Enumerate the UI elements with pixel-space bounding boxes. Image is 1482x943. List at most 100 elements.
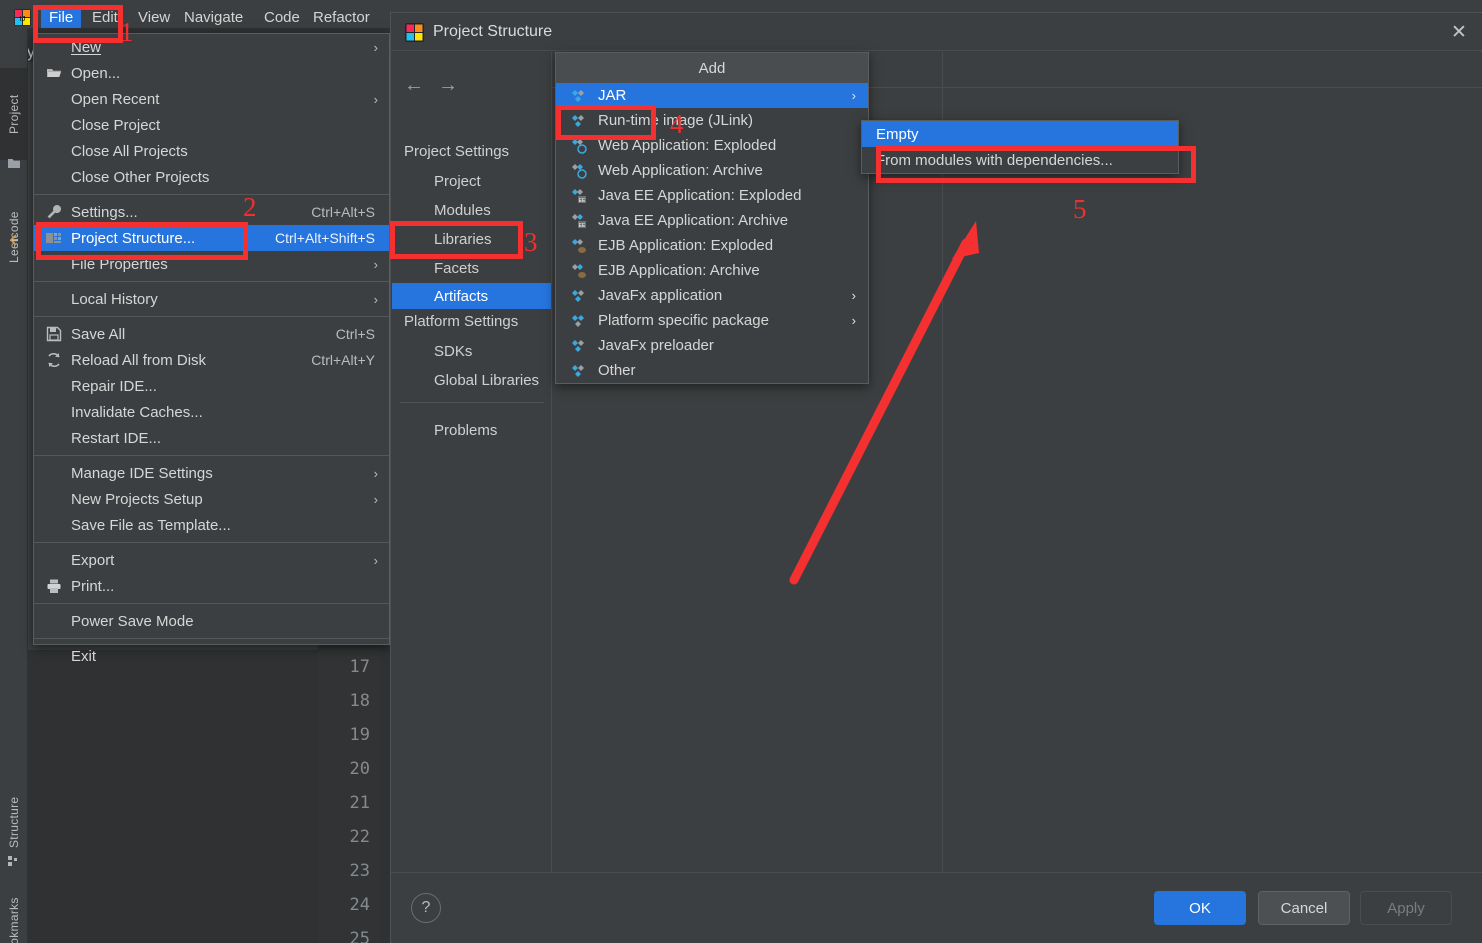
menu-item-label: Open... bbox=[71, 64, 121, 82]
javaee-exploded-icon: EE bbox=[570, 187, 588, 205]
jar-submenu-item-from-modules[interactable]: From modules with dependencies... bbox=[862, 147, 1178, 173]
menu-item-open[interactable]: Open... bbox=[34, 60, 389, 86]
sidebar-item-project[interactable]: Project bbox=[392, 168, 551, 194]
menubar-item-view[interactable]: View bbox=[130, 6, 178, 28]
menu-item-new[interactable]: New › bbox=[34, 34, 389, 60]
menu-item-close-project[interactable]: Close Project bbox=[34, 112, 389, 138]
line-number: 25 bbox=[349, 929, 370, 943]
wrench-icon bbox=[46, 204, 62, 220]
menu-item-shortcut: Ctrl+Alt+S bbox=[311, 204, 375, 220]
web-archive-icon bbox=[570, 162, 588, 180]
add-item-platform-specific-package[interactable]: Platform specific package › bbox=[556, 308, 868, 333]
add-artifact-popup: Add JAR › Run-time image (JLink) Web App… bbox=[555, 52, 869, 384]
sidebar-item-artifacts[interactable]: Artifacts bbox=[392, 283, 551, 309]
add-item-javaee-application-archive[interactable]: EE Java EE Application: Archive bbox=[556, 208, 868, 233]
menu-separator bbox=[34, 542, 389, 543]
menu-item-shortcut: Ctrl+S bbox=[335, 326, 375, 342]
intellij-logo-icon: IJ bbox=[14, 9, 31, 26]
add-item-jar[interactable]: JAR › bbox=[556, 83, 868, 108]
project-structure-icon bbox=[46, 230, 62, 246]
menu-item-new-projects-setup[interactable]: New Projects Setup › bbox=[34, 486, 389, 512]
menu-item-local-history[interactable]: Local History › bbox=[34, 286, 389, 312]
sidebar-item-sdks[interactable]: SDKs bbox=[392, 338, 551, 364]
menu-item-invalidate-caches[interactable]: Invalidate Caches... bbox=[34, 399, 389, 425]
chevron-right-icon: › bbox=[851, 88, 856, 103]
add-item-ejb-application-exploded[interactable]: EJB Application: Exploded bbox=[556, 233, 868, 258]
nav-arrows: ← → bbox=[404, 74, 484, 96]
menu-item-label: Close All Projects bbox=[71, 142, 188, 160]
line-number: 18 bbox=[349, 691, 370, 711]
ejb-exploded-icon bbox=[570, 237, 588, 255]
sidebar-item-modules[interactable]: Modules bbox=[392, 197, 551, 223]
menu-item-export[interactable]: Export › bbox=[34, 547, 389, 573]
add-item-other[interactable]: Other bbox=[556, 358, 868, 383]
add-item-runtime-image-jlink[interactable]: Run-time image (JLink) bbox=[556, 108, 868, 133]
menu-item-reload-all-from-disk[interactable]: Reload All from Disk Ctrl+Alt+Y bbox=[34, 347, 389, 373]
web-exploded-icon bbox=[570, 137, 588, 155]
menu-item-save-file-as-template[interactable]: Save File as Template... bbox=[34, 512, 389, 538]
menu-item-settings[interactable]: Settings... Ctrl+Alt+S bbox=[34, 199, 389, 225]
menubar-edit-label: Edit bbox=[92, 8, 118, 26]
add-item-javafx-preloader[interactable]: JavaFx preloader bbox=[556, 333, 868, 358]
sidebar-item-bookmarks[interactable]: Bookmarks bbox=[0, 886, 28, 943]
menubar-file-label: File bbox=[49, 8, 74, 26]
add-item-javaee-application-exploded[interactable]: EE Java EE Application: Exploded bbox=[556, 183, 868, 208]
chevron-right-icon: › bbox=[373, 39, 378, 55]
menu-item-print[interactable]: Print... bbox=[34, 573, 389, 599]
dialog-footer: ? OK Cancel Apply bbox=[392, 873, 1482, 943]
menubar-item-file[interactable]: File bbox=[41, 6, 82, 28]
sidebar-item-libraries[interactable]: Libraries bbox=[392, 226, 551, 252]
sidebar-bookmarks-label: Bookmarks bbox=[7, 897, 21, 943]
sidebar-item-global-libraries[interactable]: Global Libraries bbox=[392, 367, 551, 393]
menu-item-repair-ide[interactable]: Repair IDE... bbox=[34, 373, 389, 399]
menu-item-manage-ide-settings[interactable]: Manage IDE Settings › bbox=[34, 460, 389, 486]
nav-forward-button[interactable]: → bbox=[438, 74, 458, 97]
printer-icon bbox=[46, 578, 62, 594]
sidebar-separator bbox=[400, 402, 544, 403]
menu-item-label: Exit bbox=[71, 647, 97, 665]
sidebar-item-problems[interactable]: Problems bbox=[392, 417, 551, 443]
sidebar-project-label: Project bbox=[7, 94, 21, 134]
menubar-item-refactor[interactable]: Refactor bbox=[305, 6, 378, 28]
close-icon[interactable]: ✕ bbox=[1435, 13, 1482, 51]
add-item-ejb-application-archive[interactable]: EJB Application: Archive bbox=[556, 258, 868, 283]
project-structure-dialog: Project Structure ✕ ← → Project Settings… bbox=[390, 12, 1482, 943]
sidebar-structure-label: Structure bbox=[7, 796, 21, 848]
menu-item-label: Reload All from Disk bbox=[71, 351, 207, 369]
add-item-web-application-exploded[interactable]: Web Application: Exploded bbox=[556, 133, 868, 158]
add-popup-header: Add bbox=[556, 53, 868, 83]
menu-item-shortcut: Ctrl+Alt+Y bbox=[311, 352, 375, 368]
menubar-item-navigate[interactable]: Navigate bbox=[176, 6, 251, 28]
left-tool-stripe: Project Leetcode Structure Bookmarks bbox=[0, 28, 28, 943]
ok-button[interactable]: OK bbox=[1154, 891, 1246, 925]
menu-item-label: New Projects Setup bbox=[71, 490, 203, 508]
menu-item-label: Manage IDE Settings bbox=[71, 464, 213, 482]
nav-back-button[interactable]: ← bbox=[404, 74, 424, 97]
menu-item-power-save-mode[interactable]: Power Save Mode bbox=[34, 608, 389, 634]
menu-item-open-recent[interactable]: Open Recent › bbox=[34, 86, 389, 112]
menubar-item-edit[interactable]: Edit bbox=[84, 6, 126, 28]
menu-item-save-all[interactable]: Save All Ctrl+S bbox=[34, 321, 389, 347]
cancel-button[interactable]: Cancel bbox=[1258, 891, 1350, 925]
sidebar-item-project[interactable]: Project bbox=[0, 68, 28, 160]
jar-submenu-item-label: Empty bbox=[876, 125, 919, 143]
chevron-right-icon: › bbox=[373, 491, 378, 507]
project-tree-area bbox=[28, 650, 318, 943]
menu-item-exit[interactable]: Exit bbox=[34, 643, 389, 669]
sidebar-item-facets[interactable]: Facets bbox=[392, 255, 551, 281]
menu-item-restart-ide[interactable]: Restart IDE... bbox=[34, 425, 389, 451]
line-number: 19 bbox=[349, 725, 370, 745]
add-item-javafx-application[interactable]: JavaFx application › bbox=[556, 283, 868, 308]
menubar-view-label: View bbox=[138, 8, 171, 26]
add-item-label: Other bbox=[598, 362, 636, 379]
javafx-icon bbox=[570, 287, 588, 305]
menu-item-close-other-projects[interactable]: Close Other Projects bbox=[34, 164, 389, 190]
menu-item-project-structure[interactable]: Project Structure... Ctrl+Alt+Shift+S bbox=[34, 225, 389, 251]
menu-item-label: Project Structure... bbox=[71, 229, 196, 247]
help-button[interactable]: ? bbox=[411, 893, 441, 923]
menu-item-file-properties[interactable]: File Properties › bbox=[34, 251, 389, 277]
menu-item-close-all-projects[interactable]: Close All Projects bbox=[34, 138, 389, 164]
menubar-item-code[interactable]: Code bbox=[256, 6, 308, 28]
add-item-web-application-archive[interactable]: Web Application: Archive bbox=[556, 158, 868, 183]
jar-submenu-item-empty[interactable]: Empty bbox=[862, 121, 1178, 147]
